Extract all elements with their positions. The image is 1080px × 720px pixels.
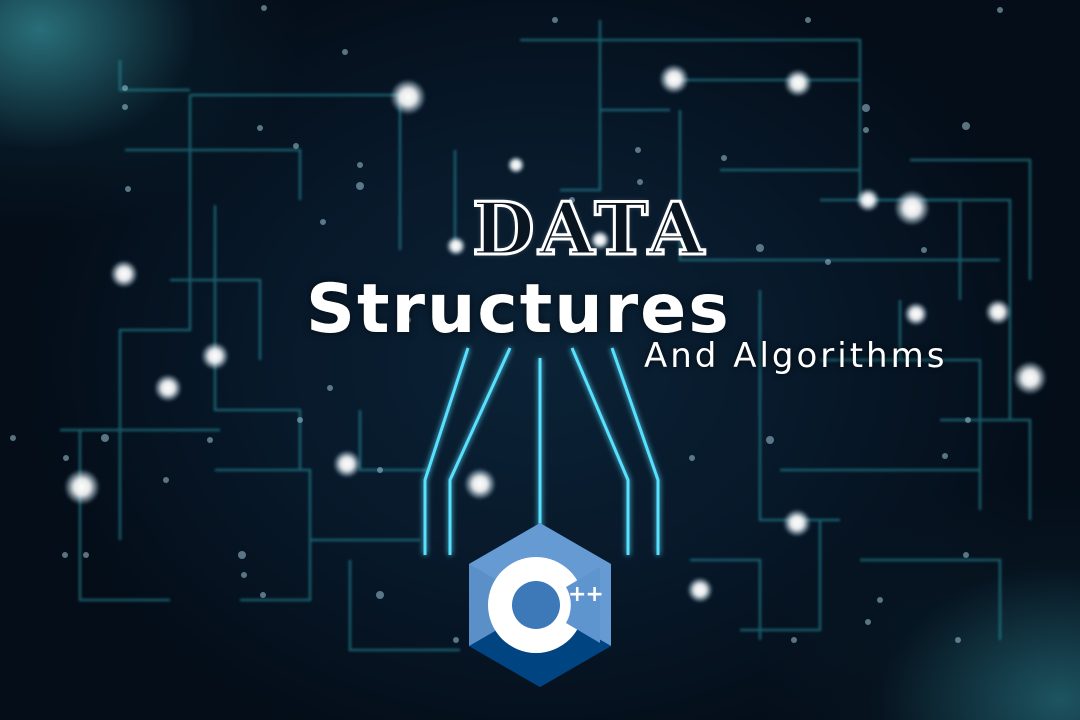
cpp-logo-suffix: ++ — [568, 582, 604, 607]
background-scene: ++ DATA Structures And Algorithms — [0, 0, 1080, 720]
title-and-algorithms: And Algorithms — [644, 336, 948, 376]
title-data: DATA — [471, 185, 708, 273]
